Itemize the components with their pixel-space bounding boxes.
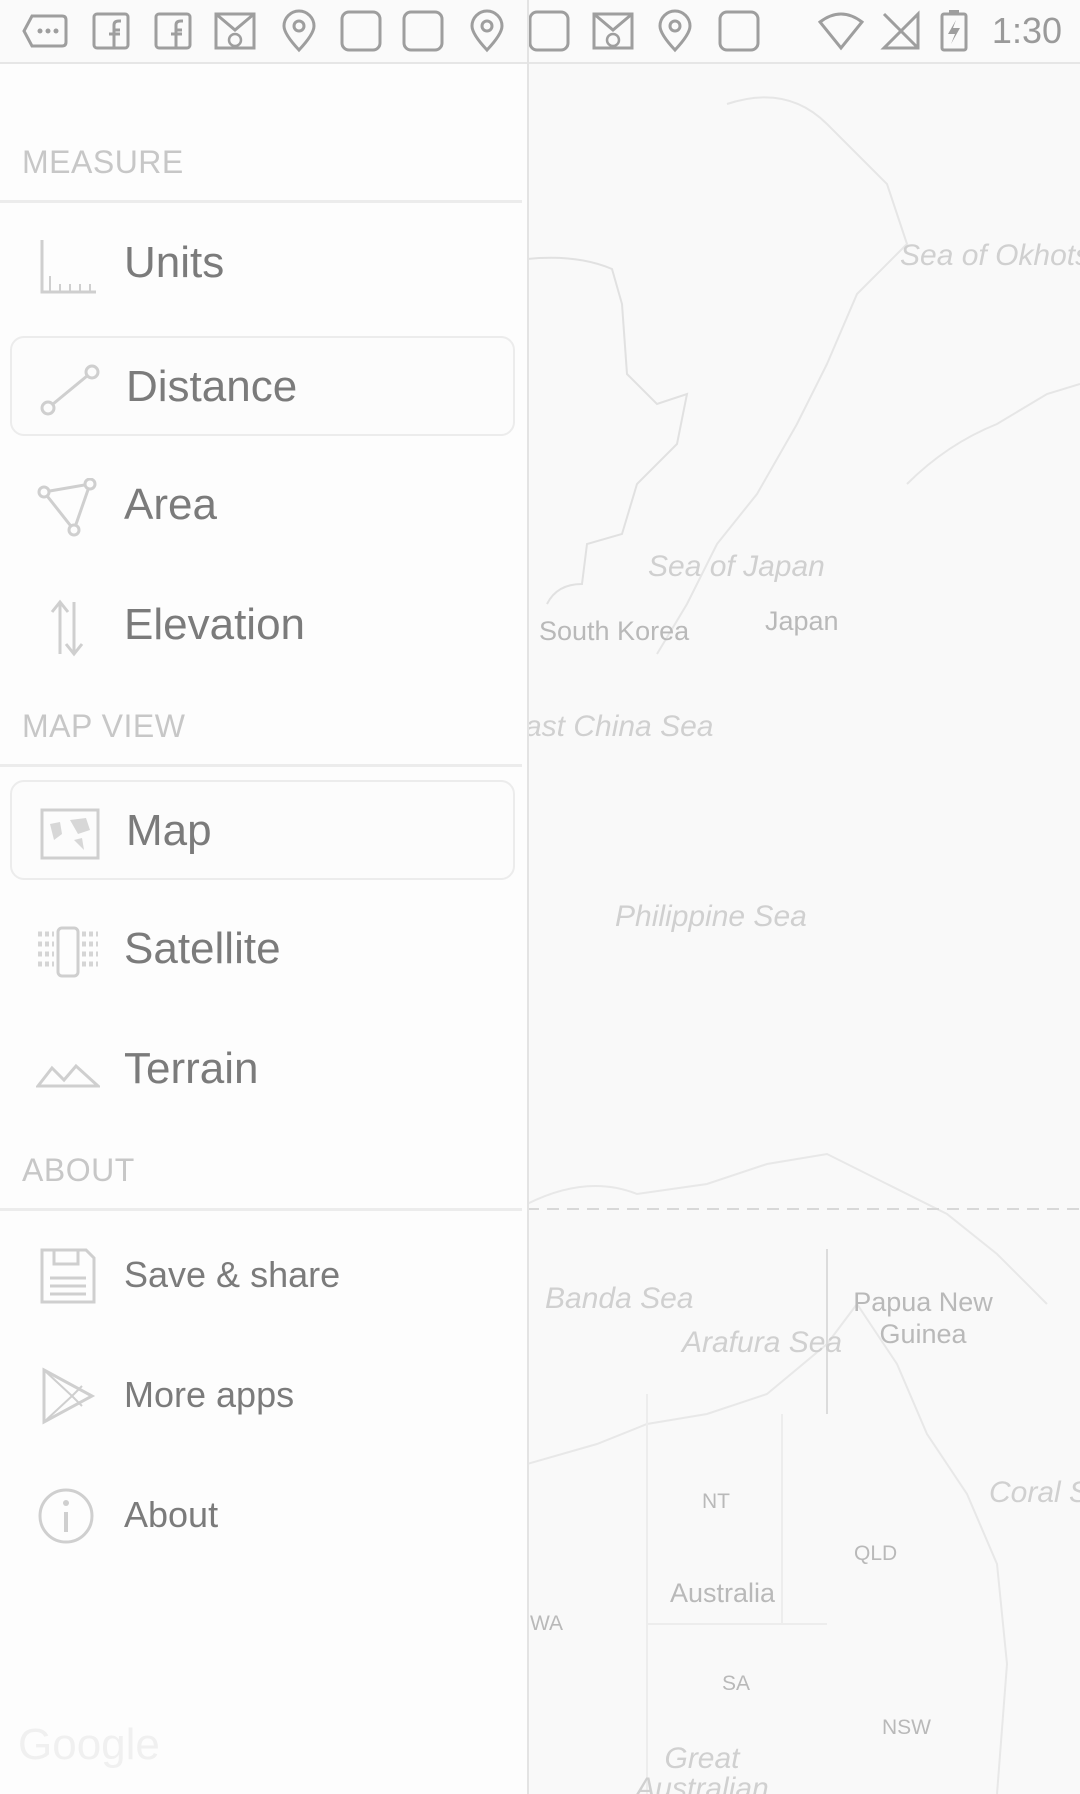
menu-item-distance[interactable]: Distance — [10, 336, 515, 436]
map-label: Sea of Japan — [648, 550, 825, 583]
menu-item-label: Save & share — [124, 1254, 341, 1295]
map-label: NT — [702, 1490, 730, 1513]
map-label: SA — [722, 1672, 751, 1695]
map-label: Sea of Okhotsk — [900, 239, 1080, 272]
play-store-icon — [36, 1366, 100, 1426]
google-watermark: Google — [18, 1720, 160, 1769]
area-polygon-icon — [36, 477, 100, 538]
terrain-icon — [34, 1042, 102, 1102]
map-label: NSW — [882, 1716, 931, 1739]
menu-item-save-share[interactable]: Save & share — [10, 1224, 515, 1324]
menu-item-elevation[interactable]: Elevation — [10, 576, 515, 676]
menu-item-units[interactable]: Units — [10, 214, 515, 314]
menu-item-satellite[interactable]: Satellite — [10, 900, 515, 1000]
menu-item-label: Terrain — [124, 1044, 259, 1093]
cat-mail-icon — [590, 8, 636, 54]
section-header-measure: MEASURE — [22, 144, 184, 180]
divider — [0, 200, 522, 203]
divider — [0, 1208, 522, 1211]
map-view[interactable]: Sea of Okhotsk Sea of Japan South Korea … — [527, 64, 1080, 1794]
cat-mail-icon — [212, 8, 258, 54]
status-time: 1:30 — [991, 10, 1062, 51]
map-label: Japan — [765, 606, 839, 636]
location-pin-icon — [464, 8, 510, 54]
ruler-icon — [36, 236, 100, 296]
elevation-arrows-icon — [36, 598, 100, 658]
satellite-icon — [36, 922, 100, 982]
map-label: Arafura Sea — [682, 1326, 843, 1359]
menu-item-map[interactable]: Map — [10, 780, 515, 880]
menu-item-terrain[interactable]: Terrain — [10, 1020, 515, 1120]
menu-item-label: Map — [126, 806, 212, 855]
world-map-icon — [38, 804, 102, 864]
status-bar: 1:30 — [0, 0, 1080, 64]
menu-item-label: Units — [124, 238, 225, 287]
menu-item-label: About — [124, 1494, 219, 1535]
more-icon — [22, 8, 68, 54]
floppy-save-icon — [36, 1246, 100, 1306]
menu-item-label: Area — [124, 480, 217, 529]
no-sim-icon — [878, 8, 924, 54]
menu-item-label: Satellite — [124, 924, 281, 973]
divider — [0, 764, 522, 767]
navigation-drawer: MEASURE Units Distance Area Elevation MA… — [0, 64, 525, 1794]
map-label: ast China Sea — [527, 710, 714, 743]
location-pin-icon — [652, 8, 698, 54]
facebook-icon — [150, 8, 196, 54]
menu-item-label: Elevation — [124, 600, 306, 649]
location-pin-icon — [276, 8, 322, 54]
map-label: Banda Sea — [545, 1282, 694, 1315]
section-header-about: ABOUT — [22, 1152, 135, 1188]
map-label: Great Australian — [635, 1742, 769, 1794]
map-label: WA — [530, 1612, 564, 1635]
drawer-edge — [527, 0, 529, 1794]
blank-square-icon — [526, 8, 572, 54]
menu-item-area[interactable]: Area — [10, 456, 515, 556]
map-label: South Korea — [539, 616, 690, 646]
blank-square-icon — [716, 8, 762, 54]
map-label: Philippine Sea — [615, 900, 807, 933]
map-label: Papua New Guinea — [853, 1287, 993, 1349]
wifi-icon — [817, 8, 865, 54]
menu-item-more-apps[interactable]: More apps — [10, 1344, 515, 1444]
menu-item-label: More apps — [124, 1374, 295, 1415]
menu-item-about[interactable]: About — [10, 1464, 515, 1564]
section-header-map-view: MAP VIEW — [22, 708, 186, 744]
map-label: Coral S — [989, 1476, 1080, 1509]
blank-square-icon — [400, 8, 446, 54]
blank-square-icon — [338, 8, 384, 54]
battery-charging-icon — [936, 8, 972, 54]
distance-line-icon — [38, 360, 102, 420]
facebook-icon — [88, 8, 134, 54]
menu-item-label: Distance — [126, 362, 298, 411]
info-icon — [36, 1486, 100, 1546]
map-label: Australia — [670, 1578, 776, 1608]
map-label: QLD — [854, 1542, 898, 1565]
